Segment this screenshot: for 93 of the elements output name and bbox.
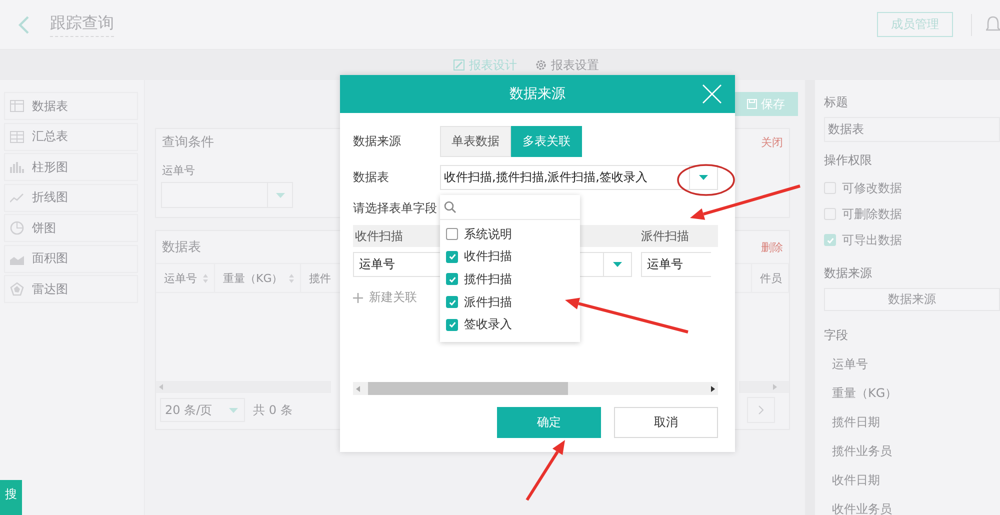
checkbox[interactable] (446, 228, 458, 240)
dialog-title: 数据来源 (510, 85, 566, 103)
card-title: 查询条件 (162, 134, 214, 151)
segment-button[interactable]: 多表关联 (511, 126, 582, 157)
plus-icon (353, 292, 363, 302)
field-item[interactable]: 收件日期 (824, 466, 1000, 495)
segment-button[interactable]: 单表数据 (440, 126, 511, 157)
card-title: 数据表 (162, 239, 201, 256)
checkbox-label: 可导出数据 (842, 232, 902, 248)
column-header[interactable]: 运单号 (156, 264, 215, 292)
field-label: 运单号 (162, 163, 195, 178)
checkbox-label: 可删除数据 (842, 206, 902, 222)
table-icon (10, 100, 24, 112)
line-chart-icon (10, 192, 24, 204)
scroll-left-icon[interactable] (159, 384, 163, 390)
field-item[interactable]: 揽件业务员 (824, 437, 1000, 466)
new-relation-link[interactable]: 新建关联 (353, 289, 417, 306)
bell-icon[interactable] (986, 16, 1000, 34)
sidebar-item[interactable]: 折线图 (4, 184, 138, 212)
sidebar-item[interactable]: 雷达图 (4, 275, 138, 303)
sidebar-item[interactable]: 数据表 (4, 92, 138, 120)
checkbox-label: 可修改数据 (842, 180, 902, 196)
close-icon[interactable] (702, 84, 722, 104)
caret-icon (228, 408, 238, 412)
sidebar-item[interactable]: 面积图 (4, 244, 138, 272)
next-page-button[interactable] (747, 397, 775, 423)
checkmark-icon (448, 274, 456, 284)
pencil-icon (453, 59, 465, 71)
data-source-button[interactable]: 数据来源 (824, 288, 1000, 311)
field-item[interactable]: 运单号 (824, 350, 1000, 379)
field-item[interactable]: 揽件日期 (824, 408, 1000, 437)
confirm-button[interactable]: 确定 (497, 407, 601, 438)
scrollbar[interactable] (739, 381, 789, 393)
page-size-select[interactable]: 20 条/页 (160, 398, 245, 422)
close-link[interactable]: 关闭 (761, 134, 783, 150)
table-icon (10, 130, 24, 142)
caret-icon (613, 262, 622, 267)
scroll-left-icon[interactable] (356, 386, 360, 392)
search-icon (444, 201, 456, 213)
select-field[interactable] (161, 182, 293, 208)
column-header[interactable]: 揽件 (300, 264, 331, 292)
chevron-right-icon (758, 405, 764, 415)
annotation-circle (677, 164, 735, 196)
field-item[interactable]: 重量（KG） (824, 379, 1000, 408)
column-header[interactable]: 件员 (751, 264, 789, 292)
column-header: 派件扫描 (641, 228, 689, 242)
settings-icon (535, 59, 547, 71)
checkmark-icon (448, 252, 456, 262)
sidebar-item[interactable]: 汇总表 (4, 122, 138, 150)
field-label: 数据来源 (353, 133, 402, 150)
title-field[interactable]: 数据表 (824, 117, 1000, 142)
checkbox[interactable] (446, 296, 458, 308)
bar-chart-icon (10, 161, 24, 173)
checkbox[interactable] (446, 273, 458, 286)
total-count: 共 0 条 (253, 402, 292, 418)
dropdown-option[interactable]: 系统说明 (440, 223, 580, 246)
scrollbar[interactable] (156, 381, 331, 393)
section-label: 字段 (824, 327, 849, 344)
field-hint: 请选择表单字段 (353, 200, 437, 217)
checkmark-icon (826, 236, 834, 244)
pie-chart-icon (10, 221, 24, 235)
caret-icon (276, 192, 284, 198)
annotation-arrow (526, 440, 565, 501)
column-header[interactable]: 重量（KG） (215, 264, 301, 292)
save-icon (747, 99, 757, 109)
radar-chart-icon (10, 282, 24, 296)
checkmark-icon (448, 320, 456, 330)
checkbox[interactable] (446, 250, 458, 263)
section-label: 操作权限 (824, 152, 873, 169)
field-item[interactable]: 收件业务员 (824, 495, 1000, 515)
sort-icon (203, 274, 208, 282)
checkmark-icon (448, 298, 456, 307)
scrollbar[interactable] (353, 382, 718, 395)
page-title: 跟踪查询 (50, 12, 114, 36)
design-tab[interactable]: 报表设置 (535, 56, 599, 74)
field-label: 数据表 (353, 169, 390, 186)
caret-icon (699, 175, 708, 180)
section-label: 数据来源 (824, 265, 873, 282)
section-label: 标题 (824, 94, 849, 111)
dropdown-option[interactable]: 签收录入 (440, 313, 580, 336)
cancel-button[interactable]: 取消 (614, 407, 718, 438)
column-header: 收件扫描 (354, 228, 403, 242)
sidebar-item[interactable]: 柱形图 (4, 153, 138, 181)
scroll-right-icon[interactable] (711, 386, 715, 392)
search-tab[interactable]: 搜 (0, 480, 22, 515)
checkbox[interactable] (446, 318, 458, 331)
delete-link[interactable]: 删除 (761, 240, 783, 254)
table-select[interactable]: 收件扫描,揽件扫描,派件扫描,签收录入 (440, 165, 718, 190)
dropdown-option[interactable]: 派件扫描 (440, 290, 580, 314)
back-icon[interactable] (18, 14, 30, 34)
sort-icon (288, 274, 294, 282)
select-field[interactable]: 运单号 (641, 252, 711, 277)
sidebar-item[interactable]: 饼图 (4, 214, 138, 242)
